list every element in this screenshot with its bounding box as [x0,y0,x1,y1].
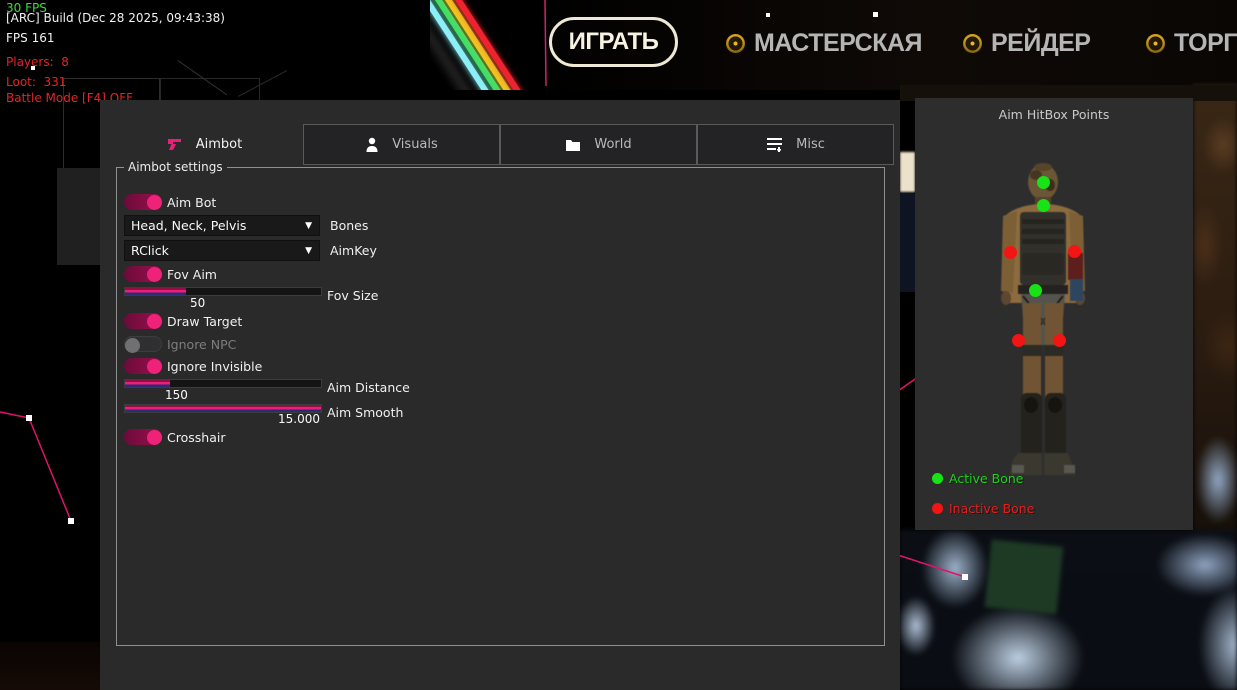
hitbox-panel-title: Aim HitBox Points [915,107,1193,122]
menu-item-label: РЕЙДЕР [991,29,1090,58]
crosshair-toggle-row: Crosshair [124,429,225,445]
active-bone-dot-icon [932,473,943,484]
tab-label: Misc [796,137,825,152]
crosshair-label: Crosshair [167,430,225,445]
fov-size-label: Fov Size [327,288,378,303]
bones-dropdown[interactable]: Head, Neck, Pelvis ▼ [124,215,320,236]
ignore-invisible-toggle-row: Ignore Invisible [124,358,262,374]
menu-item-label: ТОРГО [1174,29,1237,58]
hitbox-dot-pelvis[interactable] [1029,284,1042,297]
aim-bot-label: Aim Bot [167,195,216,210]
fov-aim-label: Fov Aim [167,267,217,282]
aim-distance-slider[interactable] [124,379,322,388]
neon-rainbow-sign [430,0,548,90]
hitbox-dot-head[interactable] [1037,176,1050,189]
menu-item-label: МАСТЕРСКАЯ [754,29,922,58]
ignore-npc-toggle[interactable] [124,336,162,352]
background-floor [0,642,100,690]
aimkey-dropdown[interactable]: RClick ▼ [124,240,320,261]
hud-players-label: Players: 8 [6,55,69,69]
tab-misc[interactable]: Misc [697,124,894,165]
aimkey-label: AimKey [330,243,377,258]
hud-loot-label: Loot: 331 [6,75,66,89]
hitbox-dot-neck[interactable] [1037,199,1050,212]
bones-dropdown-value: Head, Neck, Pelvis [125,218,246,233]
aim-bot-toggle[interactable] [124,194,162,210]
draw-target-toggle-row: Draw Target [124,313,242,329]
tab-visuals[interactable]: Visuals [303,124,500,165]
aimkey-dropdown-value: RClick [125,243,169,258]
hitbox-dot-right-shoulder[interactable] [1068,245,1081,258]
hitbox-dot-left-thigh[interactable] [1012,334,1025,347]
tab-label: World [594,137,631,152]
ignore-invisible-label: Ignore Invisible [167,359,262,374]
legend-active-bone: Active Bone [932,471,1023,486]
fov-size-value: 50 [190,296,205,310]
tab-aimbot[interactable]: Aimbot [106,124,303,165]
draw-target-label: Draw Target [167,314,242,329]
esp-node [873,12,878,17]
group-title: Aimbot settings [124,160,227,174]
coin-icon [726,34,745,53]
background-window-glow [1198,425,1237,540]
crosshair-toggle[interactable] [124,429,162,445]
aim-distance-label: Aim Distance [327,380,410,395]
tab-world[interactable]: World [500,124,697,165]
bones-label: Bones [330,218,368,233]
folder-icon [565,138,581,151]
ignore-npc-toggle-row: Ignore NPC [124,336,236,352]
person-icon [365,137,379,152]
hud-fps-label: FPS 161 [6,31,54,45]
aim-smooth-value: 15.000 [278,412,320,426]
chevron-down-icon: ▼ [305,221,312,231]
chevron-down-icon: ▼ [305,246,312,256]
cheat-menu-panel: Aimbot Visuals World Misc Aimbot setting… [100,100,900,690]
background-strip-cream [900,152,915,192]
fov-aim-toggle[interactable] [124,266,162,282]
fov-size-slider[interactable] [124,287,322,296]
background-exit-sign [985,539,1064,614]
menu-item-trade[interactable]: ТОРГО [1146,28,1237,58]
fov-aim-toggle-row: Fov Aim [124,266,217,282]
play-button[interactable]: ИГРАТЬ [549,17,678,67]
draw-target-toggle[interactable] [124,313,162,329]
hud-build-label: [ARC] Build (Dec 28 2025, 09:43:38) [6,11,225,25]
inactive-bone-dot-icon [932,503,943,514]
legend-inactive-bone: Inactive Bone [932,501,1034,516]
menu-item-workshop[interactable]: МАСТЕРСКАЯ [726,28,922,58]
tab-label: Visuals [392,137,438,152]
ignore-npc-label: Ignore NPC [167,337,236,352]
background-strip-navy [900,194,915,292]
hitbox-panel: Aim HitBox Points [915,98,1193,530]
aim-smooth-label: Aim Smooth [327,405,403,420]
hitbox-dot-right-thigh[interactable] [1053,334,1066,347]
sliders-icon [766,137,783,152]
aim-distance-value: 150 [165,388,188,402]
esp-node [766,13,770,17]
gun-icon [167,138,183,152]
legend-label: Active Bone [949,471,1023,486]
coin-icon [963,34,982,53]
aim-bot-toggle-row: Aim Bot [124,194,216,210]
background-scene-bottom [900,530,1237,690]
coin-icon [1146,34,1165,53]
legend-label: Inactive Bone [949,501,1034,516]
hitbox-dot-left-shoulder[interactable] [1004,246,1017,259]
tab-label: Aimbot [196,137,242,152]
menu-item-raider[interactable]: РЕЙДЕР [963,28,1090,58]
ignore-invisible-toggle[interactable] [124,358,162,374]
